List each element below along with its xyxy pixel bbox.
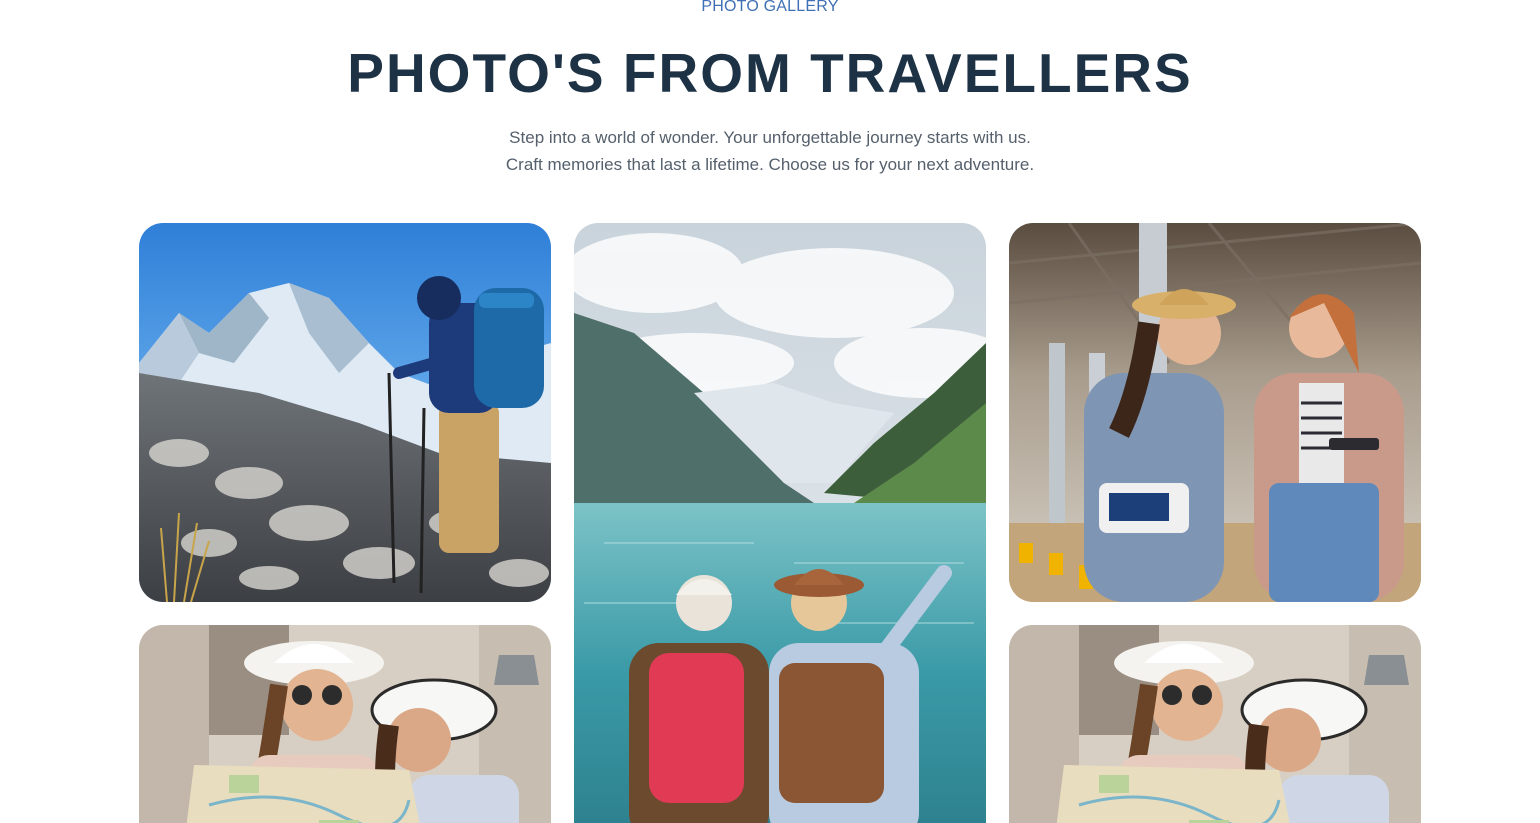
map-women-image <box>1009 625 1421 823</box>
subtitle-line: Step into a world of wonder. Your unforg… <box>509 128 1031 147</box>
gallery-photo-map-right[interactable] <box>1009 625 1421 823</box>
gallery-photo-lake[interactable] <box>574 223 986 823</box>
section-subtitle: Step into a world of wonder. Your unforg… <box>0 124 1540 178</box>
section-eyebrow: PHOTO GALLERY <box>701 0 839 15</box>
gallery-photo-map-left[interactable] <box>139 625 551 823</box>
subtitle-line: Craft memories that last a lifetime. Cho… <box>505 155 1035 174</box>
gallery-photo-airport[interactable] <box>1009 223 1421 602</box>
section-title: PHOTO'S FROM TRAVELLERS <box>347 42 1193 104</box>
map-women-image <box>139 625 551 823</box>
gallery-photo-hiker[interactable] <box>139 223 551 602</box>
lake-couple-image <box>574 223 986 823</box>
hiker-mountain-image <box>139 223 551 602</box>
airport-women-image <box>1009 223 1421 602</box>
